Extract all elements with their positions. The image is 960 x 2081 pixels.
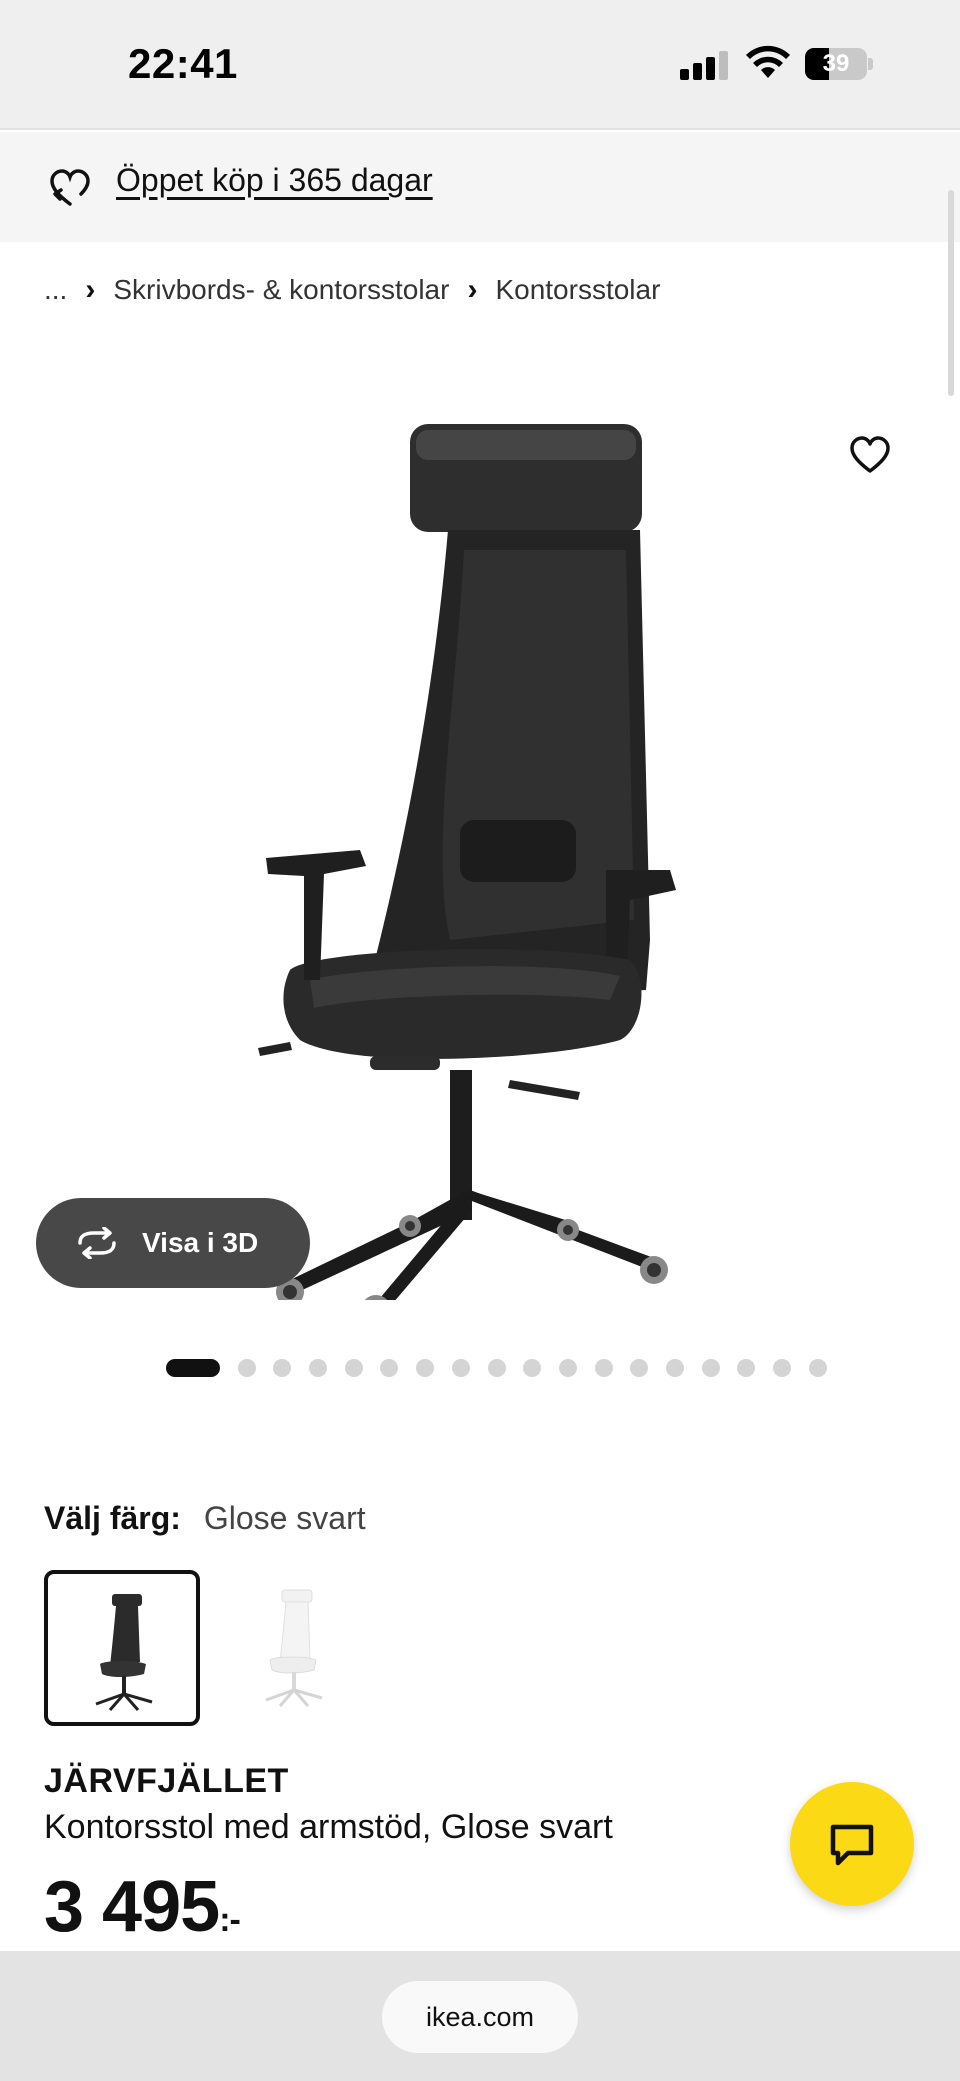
wifi-icon — [746, 45, 790, 78]
chat-bubble-icon — [830, 1824, 874, 1866]
color-swatch-white[interactable] — [218, 1570, 374, 1726]
battery-level: 39 — [822, 50, 850, 77]
url-bar[interactable]: ikea.com — [382, 1981, 578, 2053]
color-selector: Välj färg: Glose svart — [44, 1500, 366, 1537]
carousel-dot[interactable] — [166, 1359, 220, 1377]
carousel-dot[interactable] — [487, 1359, 506, 1377]
carousel-dot[interactable] — [416, 1359, 435, 1377]
carousel-dot[interactable] — [594, 1359, 613, 1377]
color-label: Välj färg: — [44, 1500, 181, 1536]
promo-banner[interactable]: Öppet köp i 365 dagar — [0, 132, 960, 242]
breadcrumb-item-office-chairs[interactable]: Kontorsstolar — [495, 274, 660, 306]
swatch-chair-image — [95, 1594, 153, 1711]
carousel-dots[interactable] — [166, 1358, 844, 1378]
carousel-dot[interactable] — [380, 1359, 399, 1377]
carousel-dot[interactable] — [737, 1359, 756, 1377]
carousel-dot[interactable] — [451, 1359, 470, 1377]
product-gallery[interactable] — [0, 340, 960, 1340]
swatch-chair-image — [265, 1589, 323, 1707]
carousel-dot[interactable] — [701, 1359, 720, 1377]
status-time: 22:41 — [128, 40, 238, 87]
carousel-dot[interactable] — [558, 1359, 577, 1377]
product-name: JÄRVFJÄLLET — [44, 1762, 289, 1800]
chat-button[interactable] — [790, 1782, 914, 1906]
favorite-button[interactable] — [830, 415, 910, 495]
return-heart-icon — [50, 169, 90, 206]
breadcrumb-separator: › — [85, 273, 96, 306]
carousel-dot[interactable] — [665, 1359, 684, 1377]
view-in-3d-label: Visa i 3D — [142, 1227, 259, 1258]
color-swatch-black[interactable] — [44, 1570, 200, 1726]
browser-bottom-bar: ikea.com — [0, 1951, 960, 2081]
status-bar: 22:41 39 — [0, 0, 960, 130]
carousel-dot[interactable] — [808, 1359, 827, 1377]
carousel-dot[interactable] — [344, 1359, 363, 1377]
price-value: 3 495 — [44, 1867, 220, 1947]
breadcrumb: ... › Skrivbords- & kontorsstolar › Kont… — [44, 270, 660, 310]
breadcrumb-separator: › — [467, 273, 478, 306]
breadcrumb-item-desk-chairs[interactable]: Skrivbords- & kontorsstolar — [113, 274, 449, 306]
selected-color: Glose svart — [203, 1500, 366, 1536]
heart-icon — [850, 436, 890, 473]
breadcrumb-item-more[interactable]: ... — [44, 274, 67, 306]
carousel-dot[interactable] — [773, 1359, 791, 1377]
view-in-3d-button[interactable]: Visa i 3D — [36, 1198, 310, 1288]
carousel-dot[interactable] — [309, 1359, 328, 1377]
rotate-3d-icon — [78, 1227, 116, 1259]
product-image[interactable] — [250, 380, 710, 1300]
product-description: Kontorsstol med armstöd, Glose svart — [44, 1808, 613, 1846]
carousel-dot[interactable] — [630, 1359, 649, 1377]
carousel-dot[interactable] — [523, 1359, 542, 1377]
carousel-dot[interactable] — [273, 1359, 292, 1377]
carousel-dot[interactable] — [237, 1359, 256, 1377]
price-suffix: :- — [219, 1901, 241, 1939]
product-price: 3 495:- — [44, 1866, 241, 1948]
promo-link[interactable]: Öppet köp i 365 dagar — [116, 162, 433, 199]
battery-icon: 39 — [805, 48, 873, 80]
signal-icon — [680, 50, 730, 80]
